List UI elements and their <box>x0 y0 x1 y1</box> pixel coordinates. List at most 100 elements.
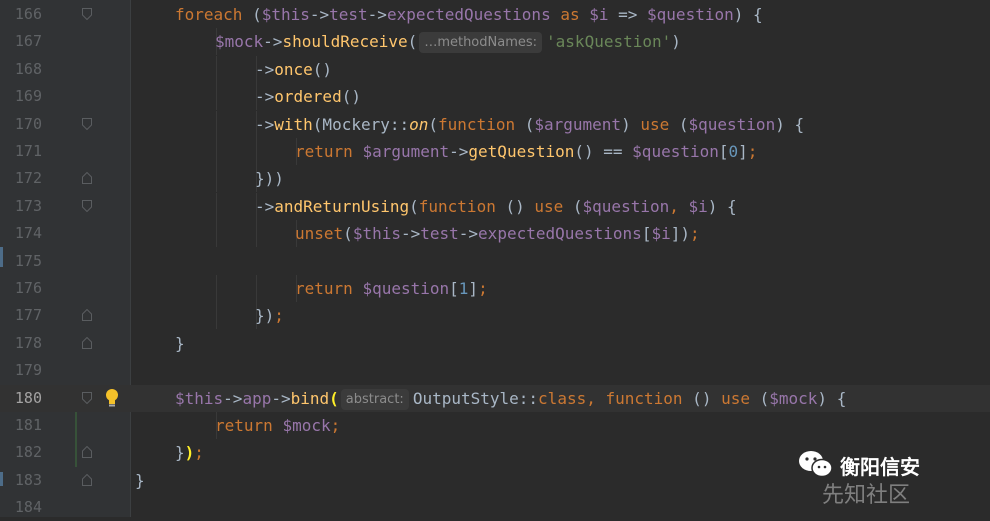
code-text[interactable]: ->with(Mockery::on(function ($argument) … <box>255 111 804 138</box>
line-number: 175 <box>14 251 42 270</box>
code-text[interactable]: ->ordered() <box>255 83 361 110</box>
code-text[interactable]: } <box>175 330 185 357</box>
code-token: }) <box>255 306 275 326</box>
fold-close-icon[interactable] <box>82 473 92 486</box>
code-token: getQuestion <box>468 142 575 161</box>
code-line[interactable]: 168 ->once() <box>0 55 990 83</box>
code-token: ( <box>407 32 418 52</box>
code-token: foreach <box>175 5 243 24</box>
code-token: $question <box>688 114 776 134</box>
code-line[interactable]: 177}); <box>0 302 990 330</box>
code-text[interactable]: return $argument->getQuestion() == $ques… <box>295 138 757 165</box>
code-token: ] <box>738 142 748 161</box>
watermark-title: 衡阳信安 <box>840 455 920 479</box>
line-number: 181 <box>14 416 42 434</box>
code-line[interactable]: 176 return $question[1]; <box>0 275 990 302</box>
line-number: 179 <box>14 361 42 380</box>
line-number: 169 <box>14 87 42 106</box>
code-text[interactable]: }); <box>255 302 284 329</box>
code-token: $this <box>352 224 401 244</box>
code-line[interactable]: 175 <box>0 248 990 275</box>
code-token: shouldReceive <box>282 32 408 52</box>
code-token: expectedQuestions <box>386 5 551 24</box>
code-line[interactable]: 170 ->with(Mockery::on(function ($argumen… <box>0 110 990 138</box>
code-text[interactable]: unset($this->test->expectedQuestions[$i]… <box>295 220 700 247</box>
code-token: } <box>135 470 145 490</box>
code-line[interactable]: 178} <box>0 330 990 357</box>
code-token: -> <box>449 142 469 161</box>
code-token: -> <box>223 388 243 408</box>
code-token: $this <box>261 5 310 24</box>
code-token: $question <box>632 142 719 161</box>
fold-open-icon[interactable] <box>82 117 92 130</box>
code-token: return <box>295 279 363 298</box>
code-text[interactable]: $mock->shouldReceive(…methodNames:'askQu… <box>215 28 681 55</box>
code-line[interactable]: 174 unset($this->test->expectedQuestions[… <box>0 220 990 248</box>
indent-guide <box>256 220 257 248</box>
code-token: , <box>669 196 689 216</box>
indent-guide <box>216 192 217 220</box>
code-token: -> <box>400 224 421 244</box>
code-token: $i <box>651 224 671 244</box>
indent-guide <box>256 275 257 302</box>
code-token: ) <box>621 114 641 134</box>
code-line[interactable]: 167 $mock->shouldReceive(…methodNames:'as… <box>0 28 990 56</box>
fold-open-icon[interactable] <box>82 199 92 212</box>
fold-close-icon[interactable] <box>82 172 92 185</box>
code-line[interactable]: 179 <box>0 357 990 384</box>
code-text[interactable]: return $mock; <box>215 412 340 439</box>
code-token: () <box>682 388 722 408</box>
fold-close-icon[interactable] <box>82 336 92 349</box>
code-text[interactable]: $this->app->bind(abstract: OutputStyle::c… <box>175 385 846 412</box>
fold-open-icon[interactable] <box>82 391 92 404</box>
code-text[interactable]: })) <box>255 165 284 192</box>
code-token: () == <box>574 142 633 161</box>
code-line[interactable]: 172})) <box>0 165 990 193</box>
code-line[interactable]: 181 return $mock; <box>0 412 990 439</box>
code-token: ( <box>242 5 262 24</box>
code-token: $question <box>647 5 734 24</box>
indent-guide <box>216 138 217 165</box>
code-token: () <box>495 196 535 216</box>
code-token: 'askQuestion' <box>546 32 672 52</box>
code-token: function <box>438 114 516 134</box>
fold-close-icon[interactable] <box>82 309 92 322</box>
code-token: function <box>605 388 683 408</box>
fold-open-icon[interactable] <box>82 8 92 20</box>
parameter-hint: abstract: <box>340 388 409 410</box>
code-token: $mock <box>215 32 264 52</box>
line-number: 174 <box>14 224 42 243</box>
code-text[interactable]: }); <box>175 439 204 466</box>
code-text[interactable]: return $question[1]; <box>295 275 488 302</box>
code-token: ) { <box>817 388 847 408</box>
parameter-hint: …methodNames: <box>419 32 543 54</box>
code-line[interactable]: 169 ->ordered() <box>0 83 990 111</box>
indent-guide <box>216 302 217 330</box>
code-line[interactable]: 171 return $argument->getQuestion() == $q… <box>0 138 990 165</box>
fold-close-icon[interactable] <box>82 446 92 459</box>
code-token: OutputStyle <box>412 388 519 408</box>
code-token: ( <box>515 114 535 134</box>
indent-guide <box>256 138 257 165</box>
code-line[interactable]: 173 ->andReturnUsing(function () use ($qu… <box>0 192 990 220</box>
code-token: } <box>175 333 185 353</box>
code-token: -> <box>458 224 479 244</box>
code-line[interactable]: 180 $this->app->bind(abstract: OutputStyle… <box>0 384 990 412</box>
code-text[interactable]: foreach ($this->test->expectedQuestions … <box>175 1 763 28</box>
code-token: :: <box>518 388 539 408</box>
line-number: 173 <box>14 196 42 215</box>
code-text[interactable]: ->once() <box>255 56 332 83</box>
code-editor[interactable]: 166 foreach ($this->test->expectedQuestio… <box>0 0 990 517</box>
code-line[interactable]: 166 foreach ($this->test->expectedQuestio… <box>0 1 990 28</box>
code-text[interactable]: ->andReturnUsing(function () use ($quest… <box>255 193 737 220</box>
line-number: 170 <box>14 114 42 133</box>
line-number: 178 <box>14 333 42 352</box>
line-number: 172 <box>14 169 42 188</box>
code-text[interactable]: } <box>135 467 145 494</box>
code-token: test <box>420 224 459 244</box>
code-token: ; <box>478 279 488 298</box>
code-token: return <box>295 142 363 161</box>
code-token: unset <box>295 224 344 244</box>
code-token: ) { <box>733 5 763 24</box>
code-token: ( <box>329 388 339 408</box>
